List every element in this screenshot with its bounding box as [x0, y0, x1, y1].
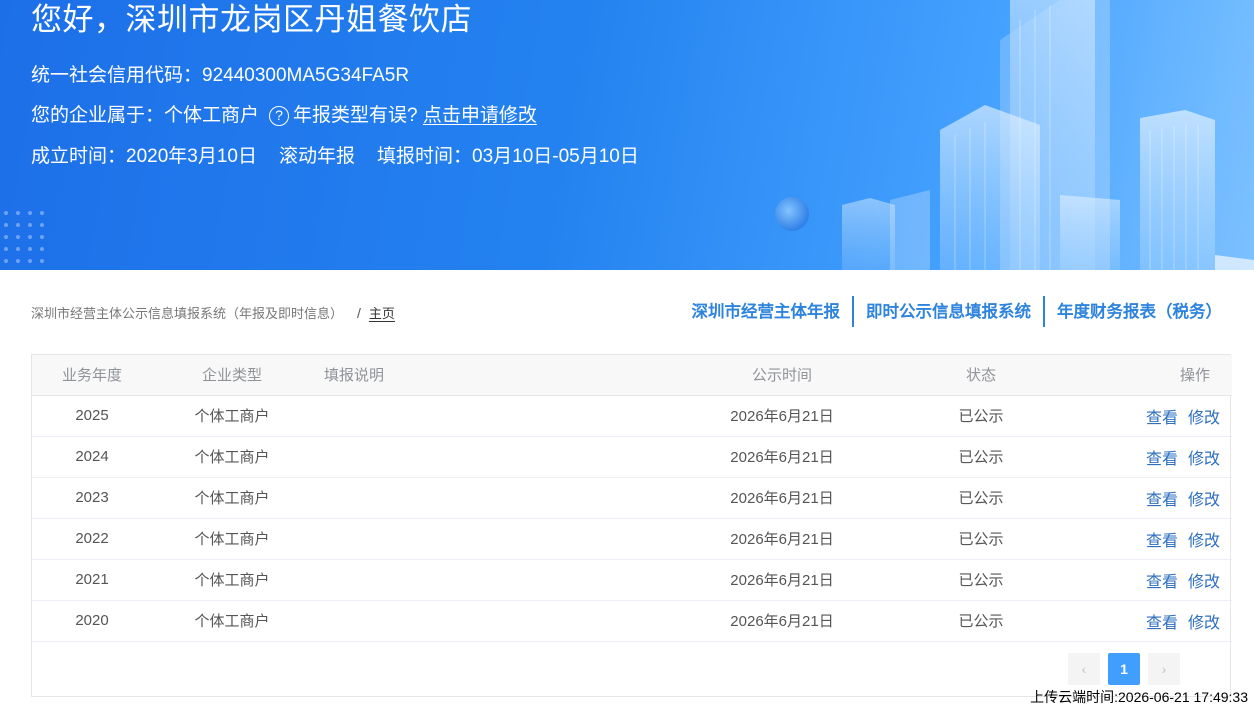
chevron-left-icon[interactable]: ‹ [1068, 653, 1100, 685]
row-publish-time: 2026年6月21日 [692, 518, 872, 560]
table-row: 2022 个体工商户 2026年6月21日 已公示 查看 修改 [32, 518, 1232, 560]
header-type: 企业类型 [152, 355, 312, 396]
fill-time-value: 03月10日-05月10日 [472, 146, 639, 167]
row-publish-time: 2026年6月21日 [692, 600, 872, 642]
city-skyline-illustration [4, 0, 1254, 270]
row-desc [312, 477, 692, 519]
established-date: 2020年3月10日 [126, 146, 257, 167]
edit-link[interactable]: 修改 [1188, 615, 1220, 632]
edit-link[interactable]: 修改 [1188, 492, 1220, 509]
row-type: 个体工商户 [152, 559, 312, 601]
financial-report-link[interactable]: 年度财务报表（税务） [1045, 297, 1222, 327]
fill-time-label: 填报时间： [377, 146, 473, 167]
view-link[interactable]: 查看 [1146, 615, 1178, 632]
greeting-title: 您好，深圳市龙岗区丹姐餐饮店 [31, 2, 472, 37]
header-year: 业务年度 [32, 355, 152, 396]
table-row: 2024 个体工商户 2026年6月21日 已公示 查看 修改 [32, 436, 1232, 478]
row-actions: 查看 修改 [1090, 436, 1232, 478]
table-row: 2021 个体工商户 2026年6月21日 已公示 查看 修改 [32, 559, 1232, 601]
edit-link[interactable]: 修改 [1188, 574, 1220, 591]
row-publish-time: 2026年6月21日 [692, 477, 872, 519]
view-link[interactable]: 查看 [1146, 451, 1178, 468]
established-label: 成立时间： [31, 146, 127, 167]
established-line: 成立时间：2020年3月10日 滚动年报 填报时间：03月10日-05月10日 [31, 141, 639, 168]
top-nav-links: 深圳市经营主体年报 即时公示信息填报系统 年度财务报表（税务） [680, 296, 1222, 327]
header-status: 状态 [872, 355, 1090, 396]
row-year: 2021 [32, 559, 152, 601]
row-status: 已公示 [872, 477, 1090, 519]
breadcrumb: 深圳市经营主体公示信息填报系统（年报及即时信息） / 主页 [31, 303, 395, 322]
apply-modify-link[interactable]: 点击申请修改 [423, 105, 537, 126]
row-type: 个体工商户 [152, 436, 312, 478]
instant-disclosure-link[interactable]: 即时公示信息填报系统 [854, 297, 1043, 327]
row-desc [312, 436, 692, 478]
row-actions: 查看 修改 [1090, 559, 1232, 601]
credit-code-line: 统一社会信用代码：92440300MA5G34FA5R [31, 60, 409, 87]
type-error-text: 年报类型有误? [293, 105, 418, 126]
edit-link[interactable]: 修改 [1188, 533, 1220, 550]
row-status: 已公示 [872, 518, 1090, 560]
header-ops: 操作 [1090, 355, 1232, 396]
edit-link[interactable]: 修改 [1188, 451, 1220, 468]
breadcrumb-home-link[interactable]: 主页 [369, 306, 395, 321]
row-year: 2024 [32, 436, 152, 478]
annual-report-link[interactable]: 深圳市经营主体年报 [680, 297, 853, 327]
row-year: 2025 [32, 395, 152, 437]
row-type: 个体工商户 [152, 600, 312, 642]
row-desc [312, 518, 692, 560]
page-button-current[interactable]: 1 [1108, 653, 1140, 685]
table-header-row: 业务年度 企业类型 填报说明 公示时间 状态 操作 [32, 355, 1232, 396]
row-actions: 查看 修改 [1090, 600, 1232, 642]
view-link[interactable]: 查看 [1146, 533, 1178, 550]
row-year: 2020 [32, 600, 152, 642]
enterprise-type-line: 您的企业属于：个体工商户? 年报类型有误? 点击申请修改 [31, 100, 537, 127]
rolling-report-text: 滚动年报 [278, 146, 355, 167]
row-desc [312, 395, 692, 437]
row-type: 个体工商户 [152, 395, 312, 437]
row-desc [312, 600, 692, 642]
chevron-right-icon[interactable]: › [1148, 653, 1180, 685]
breadcrumb-system: 深圳市经营主体公示信息填报系统（年报及即时信息） [31, 306, 344, 321]
row-desc [312, 559, 692, 601]
row-status: 已公示 [872, 436, 1090, 478]
row-actions: 查看 修改 [1090, 518, 1232, 560]
row-publish-time: 2026年6月21日 [692, 395, 872, 437]
row-type: 个体工商户 [152, 518, 312, 560]
row-year: 2023 [32, 477, 152, 519]
row-status: 已公示 [872, 600, 1090, 642]
question-circle-icon: ? [269, 106, 290, 126]
enterprise-type-value: 个体工商户 [164, 105, 260, 126]
credit-code-label: 统一社会信用代码： [31, 65, 203, 86]
row-status: 已公示 [872, 559, 1090, 601]
header-time: 公示时间 [692, 355, 872, 396]
row-actions: 查看 修改 [1090, 395, 1232, 437]
view-link[interactable]: 查看 [1146, 574, 1178, 591]
upload-time-text: 上传云端时间:2026-06-21 17:49:33 [1030, 689, 1248, 705]
table-row: 2025 个体工商户 2026年6月21日 已公示 查看 修改 [32, 395, 1232, 437]
enterprise-type-label: 您的企业属于： [31, 105, 165, 126]
pagination: ‹ 1 › [1060, 653, 1180, 685]
edit-link[interactable]: 修改 [1188, 410, 1220, 427]
header-desc: 填报说明 [312, 355, 692, 396]
annual-report-table: 业务年度 企业类型 填报说明 公示时间 状态 操作 2025 个体工商户 2026年… [31, 354, 1232, 697]
row-type: 个体工商户 [152, 477, 312, 519]
breadcrumb-separator: / [357, 305, 361, 321]
row-status: 已公示 [872, 395, 1090, 437]
table-row: 2023 个体工商户 2026年6月21日 已公示 查看 修改 [32, 477, 1232, 519]
row-publish-time: 2026年6月21日 [692, 559, 872, 601]
view-link[interactable]: 查看 [1146, 492, 1178, 509]
table-row: 2020 个体工商户 2026年6月21日 已公示 查看 修改 [32, 600, 1232, 642]
row-actions: 查看 修改 [1090, 477, 1232, 519]
row-publish-time: 2026年6月21日 [692, 436, 872, 478]
row-year: 2022 [32, 518, 152, 560]
credit-code-value: 92440300MA5G34FA5R [202, 65, 410, 86]
header-banner: 您好，深圳市龙岗区丹姐餐饮店 统一社会信用代码：92440300MA5G34FA… [0, 0, 1254, 270]
view-link[interactable]: 查看 [1146, 410, 1178, 427]
